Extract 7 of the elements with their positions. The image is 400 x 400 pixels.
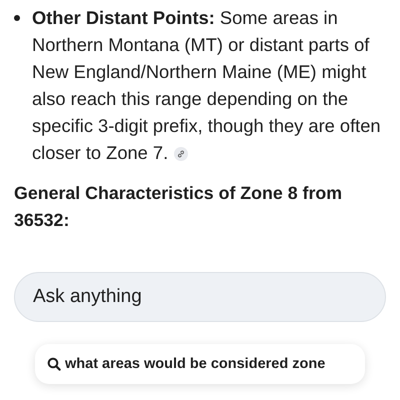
suggestion-chip[interactable]: what areas would be considered zone — [35, 344, 365, 384]
bullet-text: Other Distant Points: Some areas in Northern Montana (MT) or distant parts of New England/Northern Maine (ME) might also reach this range depending on the specific 3-digit prefix, though they are often closer to Zone 7. — [32, 6, 382, 165]
ask-input-field[interactable]: Ask anything — [14, 272, 386, 322]
bullet-icon — [14, 15, 20, 21]
search-icon — [47, 357, 61, 371]
section-heading: General Characteristics of Zone 8 from 36532: — [14, 182, 344, 232]
link-icon[interactable] — [174, 147, 188, 162]
